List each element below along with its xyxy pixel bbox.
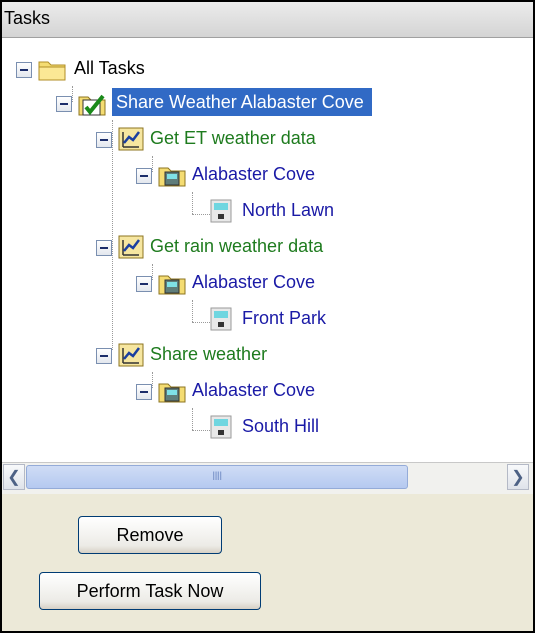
- collapse-toggle[interactable]: [136, 276, 152, 292]
- tree-label: All Tasks: [74, 58, 145, 78]
- tree-node-station[interactable]: South Hill: [210, 412, 410, 444]
- weather-station-icon: [210, 307, 232, 331]
- tree-label-selected: Share Weather Alabaster Cove: [112, 88, 372, 116]
- action-area: Remove Perform Task Now: [2, 494, 533, 631]
- tree-label: Get rain weather data: [150, 236, 324, 256]
- site-folder-icon: [158, 167, 186, 187]
- panel-header: Tasks: [2, 2, 533, 38]
- remove-button[interactable]: Remove: [78, 516, 222, 554]
- subtask-chart-icon: [118, 127, 144, 151]
- tree-label: Share weather: [150, 344, 268, 364]
- scroll-right-button[interactable]: ❯: [507, 464, 529, 490]
- tree-label: Alabaster Cove: [192, 164, 316, 184]
- tree-label: Alabaster Cove: [192, 380, 316, 400]
- tree-label: South Hill: [242, 416, 320, 436]
- collapse-toggle[interactable]: [96, 348, 112, 364]
- scrollbar-grip: IIII: [212, 469, 222, 483]
- weather-station-icon: [210, 199, 232, 223]
- collapse-toggle[interactable]: [56, 96, 72, 112]
- horizontal-scrollbar[interactable]: ❮ IIII ❯: [2, 462, 533, 494]
- tasks-panel: Tasks All Tasks Share Weather Alabaster …: [0, 0, 535, 633]
- tree-node-site[interactable]: Alabaster Cove: [136, 376, 436, 408]
- perform-task-now-button[interactable]: Perform Task Now: [39, 572, 261, 610]
- tree-label: North Lawn: [242, 200, 335, 220]
- task-tree[interactable]: All Tasks Share Weather Alabaster Cove G…: [2, 38, 533, 462]
- chevron-right-icon: ❯: [511, 469, 525, 486]
- chevron-left-icon: ❮: [7, 469, 21, 486]
- tree-node-subtask[interactable]: Share weather: [96, 340, 426, 372]
- tree-node-site[interactable]: Alabaster Cove: [136, 268, 436, 300]
- task-folder-check-icon: [78, 94, 106, 116]
- tree-node-site[interactable]: Alabaster Cove: [136, 160, 436, 192]
- subtask-chart-icon: [118, 343, 144, 367]
- panel-title: Tasks: [4, 8, 51, 28]
- collapse-toggle[interactable]: [96, 240, 112, 256]
- tree-connector: [192, 408, 193, 430]
- weather-station-icon: [210, 415, 232, 439]
- site-folder-icon: [158, 275, 186, 295]
- tree-label: Get ET weather data: [150, 128, 316, 148]
- tree-node-all-tasks[interactable]: All Tasks: [16, 54, 316, 86]
- collapse-toggle[interactable]: [16, 62, 32, 78]
- tree-node-station[interactable]: North Lawn: [210, 196, 410, 228]
- collapse-toggle[interactable]: [136, 384, 152, 400]
- collapse-toggle[interactable]: [136, 168, 152, 184]
- subtask-chart-icon: [118, 235, 144, 259]
- tree-connector: [192, 192, 193, 214]
- scroll-left-button[interactable]: ❮: [3, 464, 25, 490]
- site-folder-icon: [158, 383, 186, 403]
- tree-label: Front Park: [242, 308, 327, 328]
- tree-node-subtask[interactable]: Get ET weather data: [96, 124, 426, 156]
- tree-connector: [192, 214, 212, 215]
- scrollbar-thumb[interactable]: IIII: [26, 465, 408, 489]
- tree-node-station[interactable]: Front Park: [210, 304, 410, 336]
- tree-connector: [192, 430, 212, 431]
- tree-label: Alabaster Cove: [192, 272, 316, 292]
- folder-icon: [38, 61, 66, 81]
- tree-connector: [192, 322, 212, 323]
- collapse-toggle[interactable]: [96, 132, 112, 148]
- tree-node-task[interactable]: Share Weather Alabaster Cove: [56, 88, 516, 120]
- tree-node-subtask[interactable]: Get rain weather data: [96, 232, 426, 264]
- tree-connector: [192, 300, 193, 322]
